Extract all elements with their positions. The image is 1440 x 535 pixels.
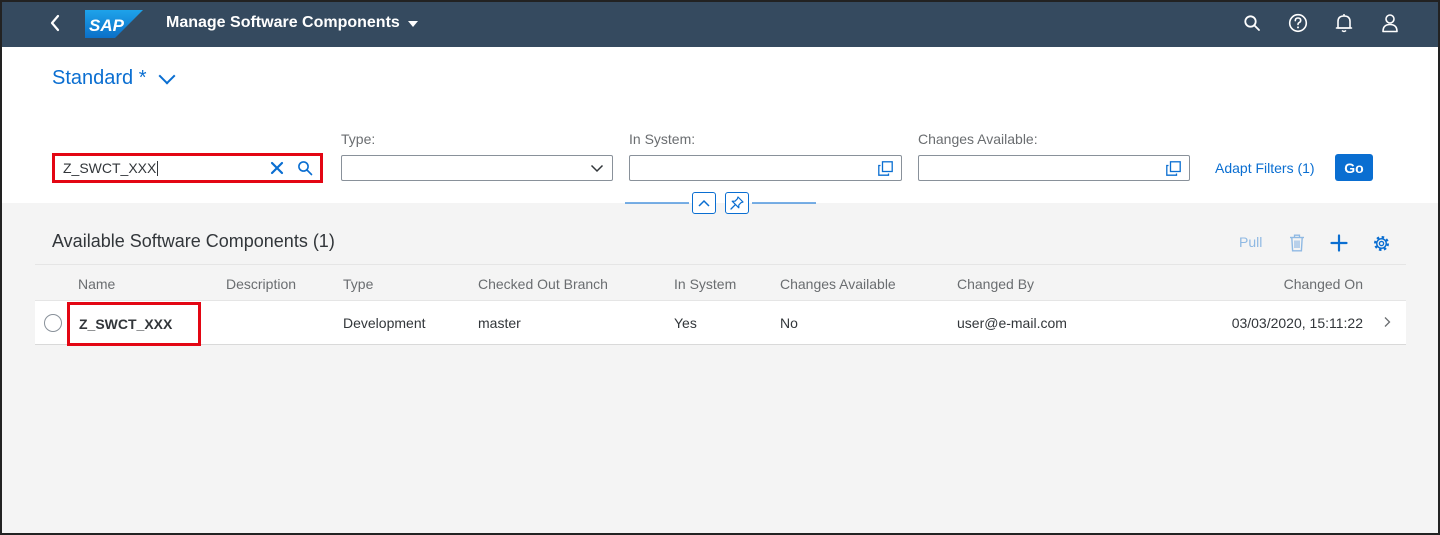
cell-changes-available: No	[780, 315, 798, 331]
plus-icon	[1330, 234, 1348, 252]
search-icon	[1244, 15, 1260, 31]
column-header-changed-by[interactable]: Changed By	[957, 276, 1034, 292]
chevron-down-icon	[158, 67, 176, 84]
type-filter-label: Type:	[341, 131, 376, 147]
back-icon	[50, 14, 60, 32]
cell-in-system: Yes	[674, 315, 697, 331]
chevron-up-icon	[698, 199, 710, 207]
column-header-name[interactable]: Name	[78, 276, 115, 292]
table-header: Name Description Type Checked Out Branch…	[35, 264, 1406, 301]
help-icon	[1288, 13, 1308, 33]
variant-name: Standard *	[52, 67, 147, 89]
shell-bar: SAP Manage Software Components	[0, 0, 1440, 47]
trash-icon	[1290, 234, 1304, 252]
add-button[interactable]	[1328, 232, 1350, 254]
column-header-in-system[interactable]: In System	[674, 276, 736, 292]
go-button[interactable]: Go	[1335, 154, 1373, 181]
table-settings-button[interactable]	[1370, 232, 1392, 254]
gear-icon	[1373, 235, 1389, 251]
search-submit-button[interactable]	[294, 157, 316, 179]
pin-icon	[730, 196, 744, 210]
table-row[interactable]: Z_SWCT_XXX Development master Yes No use…	[35, 301, 1406, 346]
help-button[interactable]	[1286, 11, 1310, 35]
chevron-down-icon	[590, 164, 604, 173]
component-name: Z_SWCT_XXX	[79, 316, 173, 332]
cell-changed-by: user@e-mail.com	[957, 315, 1067, 331]
in-system-filter-label: In System:	[629, 131, 696, 147]
cell-name: Z_SWCT_XXX	[67, 302, 201, 346]
header-divider-left	[625, 202, 689, 204]
caret-down-icon	[407, 21, 418, 27]
text-cursor	[157, 161, 159, 177]
search-value: Z_SWCT_XXX	[63, 159, 157, 176]
search-input[interactable]: Z_SWCT_XXX	[52, 153, 323, 183]
changes-available-filter-input[interactable]	[918, 155, 1190, 181]
adapt-filters-link[interactable]: Adapt Filters (1)	[1215, 160, 1315, 176]
close-icon	[270, 161, 284, 175]
row-select-radio[interactable]	[44, 314, 62, 332]
row-navigation-chevron[interactable]	[1380, 315, 1394, 329]
sap-logo[interactable]: SAP	[85, 10, 143, 38]
in-system-filter-input[interactable]	[629, 155, 902, 181]
bell-icon	[1335, 14, 1353, 33]
pin-header-button[interactable]	[725, 192, 749, 214]
column-header-changed-on[interactable]: Changed On	[1284, 276, 1363, 292]
clear-search-button[interactable]	[266, 157, 288, 179]
value-help-icon[interactable]	[1166, 160, 1181, 176]
type-filter-select[interactable]	[341, 155, 613, 181]
changes-available-filter-label: Changes Available:	[918, 131, 1038, 147]
collapse-header-button[interactable]	[692, 192, 716, 214]
table-title: Available Software Components (1)	[52, 231, 335, 251]
svg-text:SAP: SAP	[89, 16, 125, 35]
delete-button[interactable]	[1286, 232, 1308, 254]
column-header-branch[interactable]: Checked Out Branch	[478, 276, 608, 292]
value-help-icon[interactable]	[878, 160, 893, 176]
notifications-button[interactable]	[1332, 11, 1356, 35]
pull-button[interactable]: Pull	[1239, 234, 1262, 250]
software-components-table: Name Description Type Checked Out Branch…	[35, 264, 1406, 346]
cell-changed-on: 03/03/2020, 15:11:22	[1231, 315, 1363, 331]
column-header-changes-available[interactable]: Changes Available	[780, 276, 896, 292]
filter-header: Standard * Z_SWCT_XXX Type: In System: C…	[0, 47, 1440, 203]
header-divider-right	[752, 202, 816, 204]
column-header-type[interactable]: Type	[343, 276, 373, 292]
chevron-right-icon	[1384, 317, 1391, 327]
cell-type: Development	[343, 315, 426, 331]
cell-branch: master	[478, 315, 521, 331]
back-button[interactable]	[42, 10, 68, 36]
app-title-menu[interactable]: Manage Software Components	[166, 14, 418, 32]
user-icon	[1382, 14, 1398, 33]
column-header-description[interactable]: Description	[226, 276, 296, 292]
shell-search-button[interactable]	[1240, 11, 1264, 35]
app-title: Manage Software Components	[166, 14, 400, 31]
search-icon	[298, 161, 313, 176]
variant-selector[interactable]: Standard *	[52, 67, 176, 90]
user-menu-button[interactable]	[1378, 11, 1402, 35]
